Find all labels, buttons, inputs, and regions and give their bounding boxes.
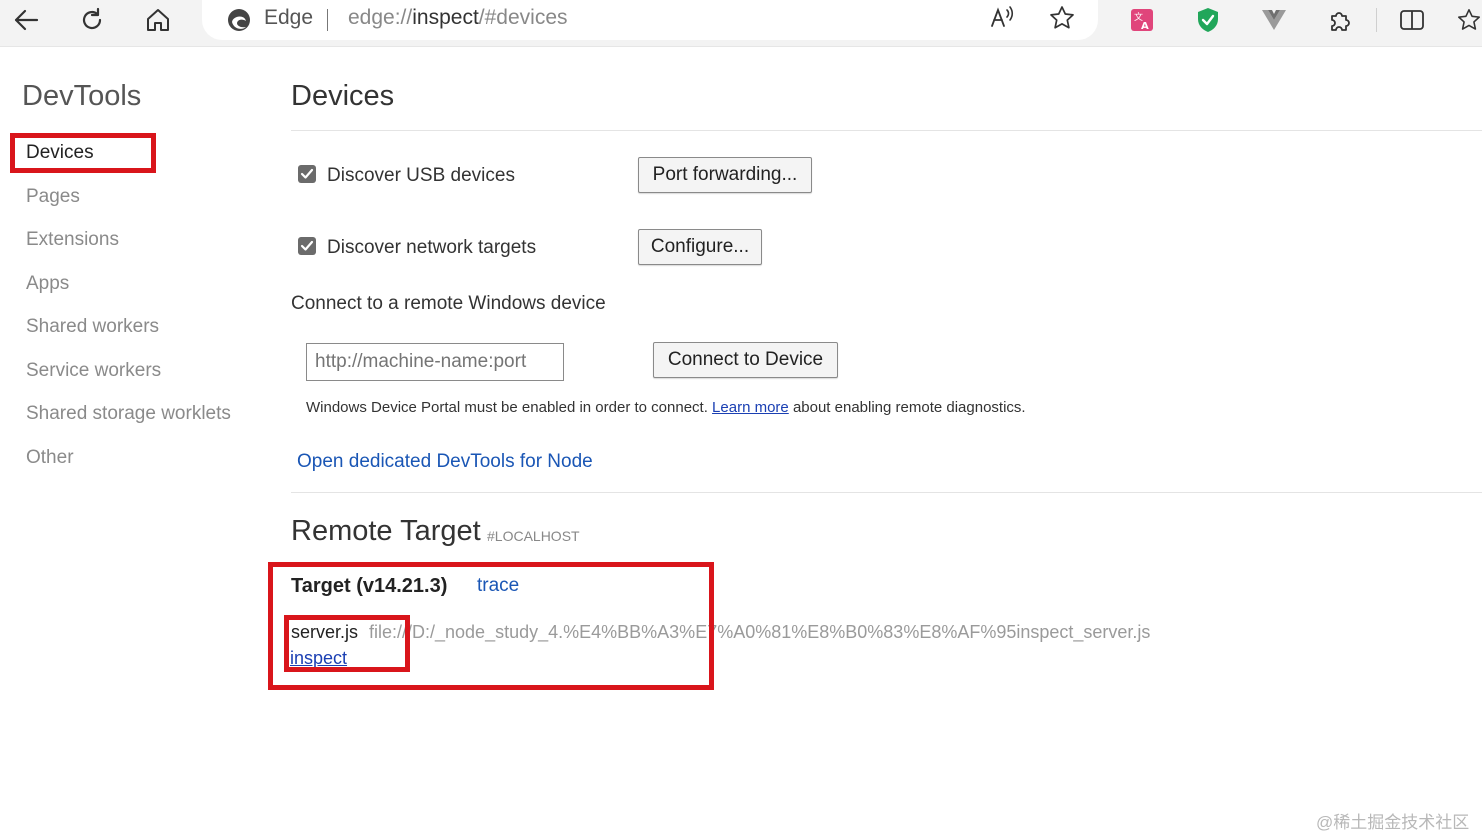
- connect-to-device-button[interactable]: Connect to Device: [653, 342, 838, 378]
- remote-device-input[interactable]: [306, 343, 564, 381]
- back-arrow-icon[interactable]: [8, 4, 44, 36]
- edge-logo-icon: [226, 7, 252, 38]
- port-forwarding-button[interactable]: Port forwarding...: [638, 157, 812, 193]
- windows-portal-note: Windows Device Portal must be enabled in…: [306, 399, 1026, 416]
- refresh-icon[interactable]: [74, 4, 110, 36]
- trace-link[interactable]: trace: [477, 575, 519, 597]
- favorite-star-icon[interactable]: [1048, 4, 1076, 37]
- target-file-url: file:///D:/_node_study_4.%E4%BB%A3%E7%A0…: [369, 622, 1151, 642]
- favorites-icon[interactable]: [1456, 4, 1482, 36]
- read-aloud-icon[interactable]: [988, 4, 1016, 37]
- sidebar-item-other[interactable]: Other: [26, 447, 74, 469]
- discover-usb-checkbox[interactable]: [298, 165, 316, 183]
- sidebar-item-service-workers[interactable]: Service workers: [26, 360, 161, 382]
- sidebar-item-shared-workers[interactable]: Shared workers: [26, 316, 159, 338]
- checkmark-icon: [300, 168, 314, 179]
- open-node-devtools-link[interactable]: Open dedicated DevTools for Node: [297, 451, 593, 473]
- sidebar-item-pages[interactable]: Pages: [26, 186, 80, 208]
- sidebar-item-extensions[interactable]: Extensions: [26, 229, 119, 251]
- browser-toolbar: Edge edge://inspect/#devices 文A: [0, 0, 1482, 47]
- target-name: Target (v14.21.3): [291, 575, 448, 597]
- remote-target-tag: #LOCALHOST: [487, 528, 580, 544]
- configure-button[interactable]: Configure...: [638, 229, 762, 265]
- split-screen-icon[interactable]: [1394, 4, 1430, 36]
- address-bar[interactable]: Edge edge://inspect/#devices: [202, 0, 1098, 40]
- sidebar-title: DevTools: [22, 80, 142, 112]
- watermark: @稀土掘金技术社区: [1316, 813, 1470, 832]
- home-icon[interactable]: [140, 4, 176, 36]
- vue-devtools-icon[interactable]: [1256, 4, 1292, 36]
- remote-windows-label: Connect to a remote Windows device: [291, 293, 606, 314]
- discover-network-checkbox[interactable]: [298, 237, 316, 255]
- learn-more-link[interactable]: Learn more: [712, 399, 789, 416]
- browser-brand: Edge: [264, 6, 314, 29]
- sidebar-item-devices[interactable]: Devices: [26, 142, 94, 164]
- sidebar-item-apps[interactable]: Apps: [26, 273, 69, 295]
- section-divider: [291, 492, 1482, 493]
- sidebar-item-shared-storage-worklets[interactable]: Shared storage worklets: [26, 403, 231, 425]
- note-text: Windows Device Portal must be enabled in…: [306, 399, 708, 416]
- discover-network-label: Discover network targets: [327, 237, 537, 258]
- checkmark-icon: [300, 240, 314, 251]
- svg-text:A: A: [1141, 21, 1149, 32]
- shield-extension-icon[interactable]: [1190, 4, 1226, 36]
- translate-icon[interactable]: 文A: [1124, 4, 1160, 36]
- toolbar-divider: [1376, 8, 1377, 32]
- target-file-name: server.js: [291, 622, 359, 642]
- page-title: Devices: [291, 80, 395, 112]
- address-separator: [327, 9, 328, 31]
- remote-target-title: Remote Target: [291, 515, 481, 547]
- discover-usb-label: Discover USB devices: [327, 165, 515, 186]
- inspect-link[interactable]: inspect: [290, 648, 347, 669]
- note-suffix-text: about enabling remote diagnostics.: [792, 399, 1026, 416]
- url-text[interactable]: edge://inspect/#devices: [348, 6, 568, 30]
- title-divider: [291, 130, 1482, 131]
- extensions-icon[interactable]: [1322, 4, 1358, 36]
